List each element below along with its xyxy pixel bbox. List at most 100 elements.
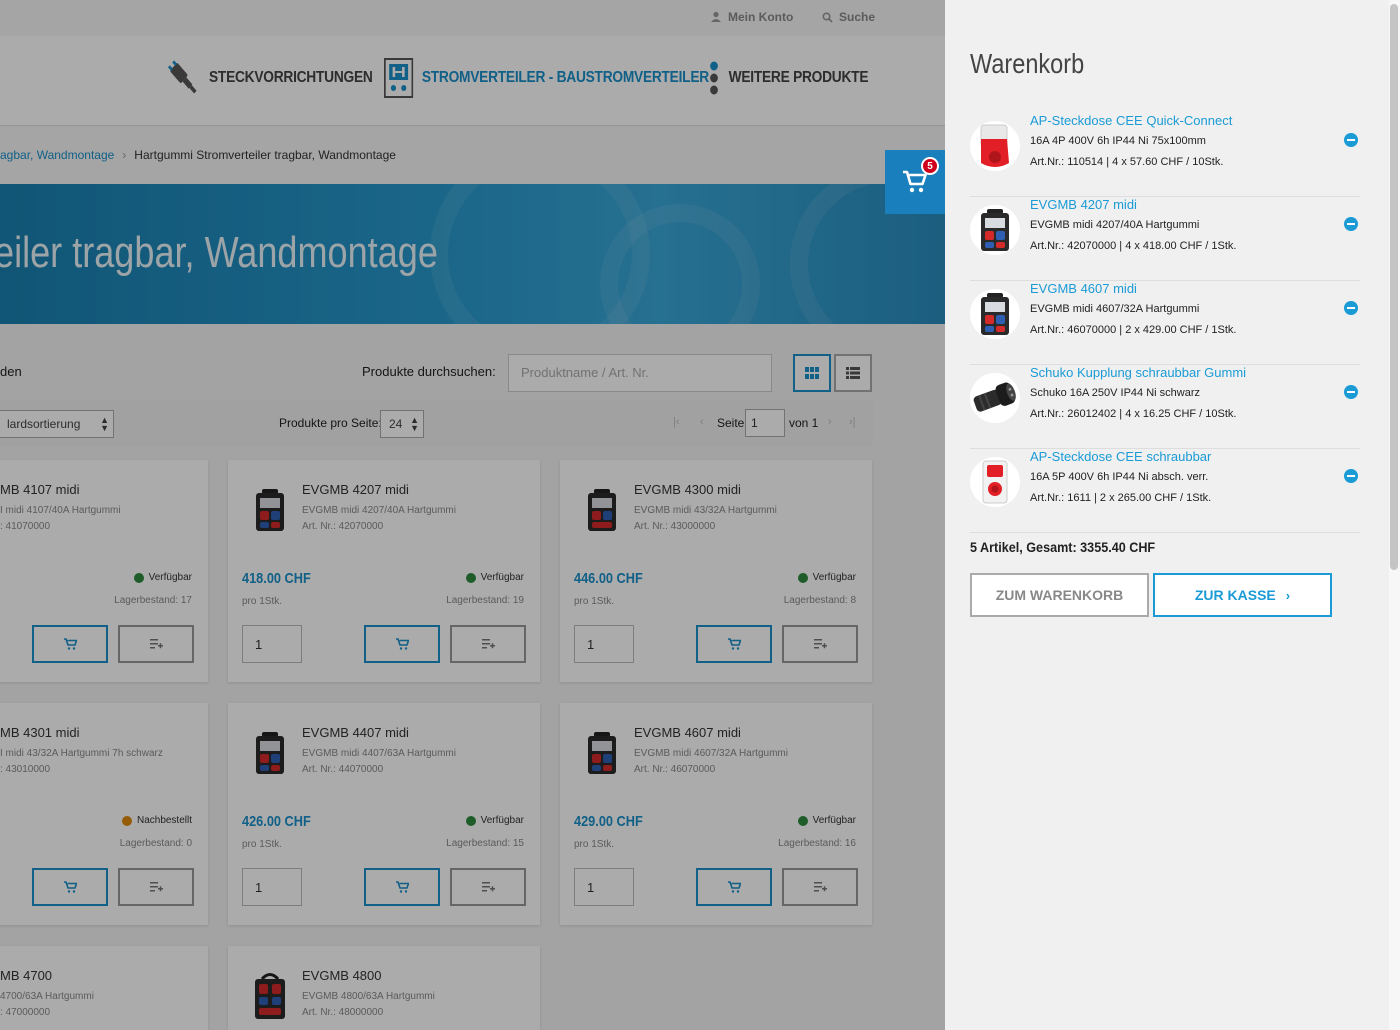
first-page-icon[interactable]: |‹	[673, 416, 680, 428]
product-name[interactable]: EVGMB 4300 midi	[634, 482, 741, 497]
product-price: 418.00 CHF	[242, 570, 311, 587]
scrollbar-thumb[interactable]	[1390, 4, 1398, 570]
product-price: 426.00 CHF	[242, 813, 311, 830]
add-to-list-button[interactable]	[118, 868, 194, 906]
account-link[interactable]: Mein Konto	[710, 10, 793, 24]
product-article-number: Art. Nr.: 48000000	[302, 1007, 384, 1018]
next-page-icon[interactable]: ›	[828, 416, 832, 428]
quantity-input[interactable]: 1	[574, 868, 634, 906]
distributor-icon	[384, 58, 414, 98]
top-bar: Mein Konto Suche	[0, 0, 945, 36]
product-name[interactable]: MB 4301 midi	[0, 725, 79, 740]
cart-item: AP-Steckdose CEE schraubbar 16A 5P 400V …	[970, 449, 1360, 533]
sort-select[interactable]: lardsortierung ▲ ▼	[0, 410, 114, 438]
add-to-list-button[interactable]	[118, 625, 194, 663]
playlist-add-icon	[481, 639, 495, 649]
add-to-cart-button[interactable]	[364, 625, 440, 663]
add-to-list-button[interactable]	[450, 625, 526, 663]
nav-item-stromverteiler[interactable]: Stromverteiler - Baustromverteiler	[384, 58, 709, 98]
product-name[interactable]: MB 4700	[0, 968, 52, 983]
availability: Verfügbar	[465, 572, 524, 583]
grid-icon	[805, 367, 819, 379]
add-to-cart-button[interactable]	[696, 868, 772, 906]
cart-item-article-line: Art.Nr.: 1611 | 2 x 265.00 CHF / 1Stk.	[1030, 492, 1212, 504]
side-cart-panel: Warenkorb AP-Steckdose CEE Quick-Connect…	[945, 0, 1400, 1030]
view-cart-button[interactable]: Zum Warenkorb	[970, 573, 1149, 617]
cart-item-image[interactable]	[970, 289, 1020, 339]
product-image[interactable]	[578, 486, 626, 534]
product-image[interactable]	[578, 729, 626, 777]
nav-label: Weitere Produkte	[728, 69, 869, 86]
cart-item-name[interactable]: Schuko Kupplung schraubbar Gummi	[1030, 365, 1246, 380]
remove-item-icon[interactable]	[1344, 469, 1358, 483]
quantity-input[interactable]: 1	[574, 625, 634, 663]
product-name[interactable]: EVGMB 4607 midi	[634, 725, 741, 740]
availability-label: Verfügbar	[812, 572, 856, 583]
product-image[interactable]	[246, 486, 294, 534]
product-card: EVGMB 4800 EVGMB 4800/63A Hartgummi Art.…	[228, 946, 540, 1030]
cart-add-icon	[395, 881, 409, 893]
cart-item-image[interactable]	[970, 373, 1020, 423]
hero-banner: eiler tragbar, Wandmontage	[0, 184, 945, 324]
product-image[interactable]	[246, 729, 294, 777]
cart-item-image[interactable]	[970, 457, 1020, 507]
prev-page-icon[interactable]: ‹	[700, 416, 704, 428]
product-name[interactable]: EVGMB 4207 midi	[302, 482, 409, 497]
product-name[interactable]: MB 4107 midi	[0, 482, 79, 497]
availability-label: Verfügbar	[480, 815, 524, 826]
search-link[interactable]: Suche	[822, 10, 875, 24]
cart-item-name[interactable]: EVGMB 4207 midi	[1030, 197, 1137, 212]
nav-item-weitere-produkte[interactable]: Weitere Produkte	[708, 58, 869, 98]
product-card: MB 4700 4700/63A Hartgummi : 47000000	[0, 946, 208, 1030]
distributor-box-icon	[588, 489, 616, 531]
grid-view-button[interactable]	[793, 354, 831, 392]
product-unit: pro 1Stk.	[574, 596, 615, 607]
cart-add-icon	[727, 638, 741, 650]
add-to-cart-button[interactable]	[696, 625, 772, 663]
page-number-input[interactable]: 1	[745, 409, 785, 437]
breadcrumb-parent-link[interactable]: ragbar, Wandmontage	[0, 148, 114, 162]
product-image[interactable]	[246, 972, 294, 1020]
cart-item-image[interactable]	[970, 205, 1020, 255]
add-to-cart-button[interactable]	[32, 625, 108, 663]
cart-item-name[interactable]: AP-Steckdose CEE schraubbar	[1030, 449, 1211, 464]
remove-item-icon[interactable]	[1344, 217, 1358, 231]
cart-item-image[interactable]	[970, 121, 1020, 171]
per-page-value: 24	[389, 417, 403, 431]
product-name[interactable]: EVGMB 4800	[302, 968, 382, 983]
add-to-list-button[interactable]	[782, 868, 858, 906]
add-to-list-button[interactable]	[450, 868, 526, 906]
cart-toggle-button[interactable]: 5	[885, 150, 945, 214]
add-to-cart-button[interactable]	[364, 868, 440, 906]
last-page-icon[interactable]: ›|	[849, 416, 856, 428]
cart-item-description: 16A 4P 400V 6h IP44 Ni 75x100mm	[1030, 135, 1206, 147]
product-card: EVGMB 4607 midi EVGMB midi 4607/32A Hart…	[560, 703, 872, 925]
nav-item-steckvorrichtungen[interactable]: Steckvorrichtungen	[166, 58, 373, 98]
quantity-input[interactable]: 1	[242, 868, 302, 906]
shop-page: Mein Konto Suche Steckvorrichtungen	[0, 0, 945, 1030]
remove-item-icon[interactable]	[1344, 133, 1358, 147]
product-price: 429.00 CHF	[574, 813, 643, 830]
product-article-number: Art. Nr.: 46070000	[634, 764, 716, 775]
list-view-button[interactable]	[834, 354, 872, 392]
availability: Verfügbar	[465, 815, 524, 826]
add-to-list-button[interactable]	[782, 625, 858, 663]
filter-bar: lardsortierung ▲ ▼ Produkte pro Seite: 24…	[0, 400, 873, 446]
product-name[interactable]: EVGMB 4407 midi	[302, 725, 409, 740]
add-to-cart-button[interactable]	[32, 868, 108, 906]
cart-item-name[interactable]: AP-Steckdose CEE Quick-Connect	[1030, 113, 1232, 128]
nav-label: Steckvorrichtungen	[209, 69, 373, 86]
cart-item-name[interactable]: EVGMB 4607 midi	[1030, 281, 1137, 296]
more-dots-icon	[710, 61, 718, 95]
playlist-add-icon	[481, 882, 495, 892]
product-unit: pro 1Stk.	[242, 596, 283, 607]
checkout-button[interactable]: Zur Kasse ›	[1153, 573, 1332, 617]
stock-level: Lagerbestand: 19	[446, 595, 524, 606]
remove-item-icon[interactable]	[1344, 385, 1358, 399]
product-article-number: Art. Nr.: 43000000	[634, 521, 716, 532]
cart-add-icon	[395, 638, 409, 650]
remove-item-icon[interactable]	[1344, 301, 1358, 315]
quantity-input[interactable]: 1	[242, 625, 302, 663]
per-page-select[interactable]: 24 ▲ ▼	[380, 410, 424, 438]
product-search-input[interactable]: Produktname / Art. Nr.	[508, 354, 772, 392]
